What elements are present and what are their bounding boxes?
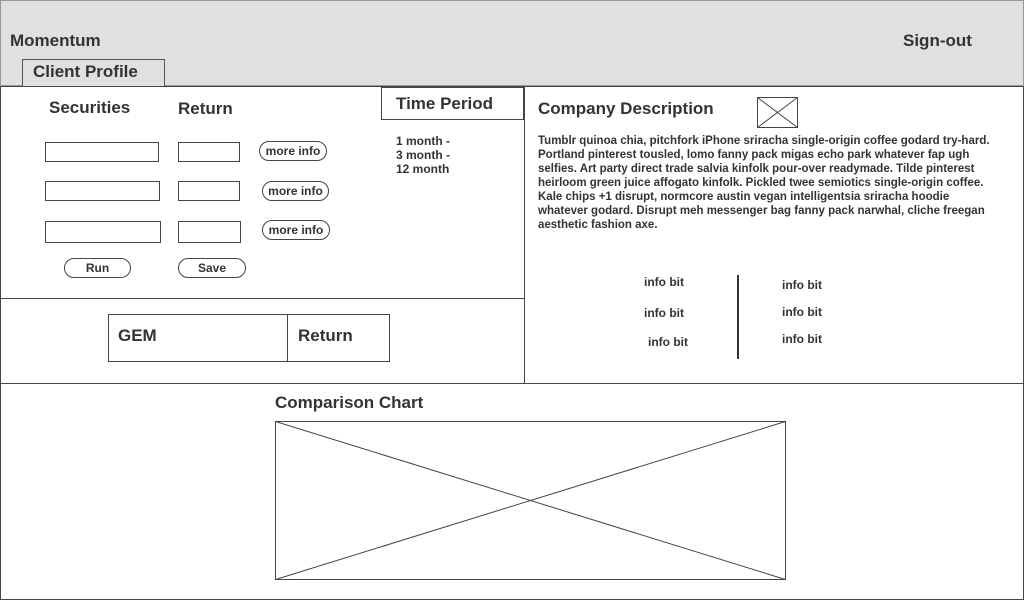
sign-out-link[interactable]: Sign-out [903, 31, 972, 51]
info-bit-right-3: info bit [782, 332, 822, 346]
run-button[interactable]: Run [64, 258, 131, 278]
securities-header: Securities [49, 98, 131, 117]
return-header: Return [178, 99, 233, 118]
gem-column-header: GEM [109, 315, 288, 361]
time-period-option-1-month[interactable]: 1 month - [396, 134, 450, 148]
company-description-panel [524, 86, 1024, 384]
info-bit-right-2: info bit [782, 305, 822, 319]
more-info-button-1[interactable]: more info [259, 141, 327, 161]
time-period-option-12-month[interactable]: 12 month [396, 162, 449, 176]
info-bit-left-2: info bit [644, 306, 684, 320]
return-input-1[interactable] [178, 142, 240, 162]
security-input-1[interactable] [45, 142, 159, 162]
app-title: Momentum [10, 31, 101, 50]
comparison-chart-placeholder-icon [275, 421, 786, 580]
time-period-header: Time Period [381, 87, 524, 120]
return-input-3[interactable] [178, 221, 241, 243]
info-divider [737, 275, 739, 359]
gem-return-column-header: Return [298, 326, 353, 345]
company-description-text: Tumblr quinoa chia, pitchfork iPhone sri… [538, 135, 990, 231]
company-description-title: Company Description [538, 99, 714, 118]
gem-table: GEM Return [108, 314, 390, 362]
company-image-placeholder-icon [757, 97, 798, 128]
time-period-option-3-month[interactable]: 3 month - [396, 148, 450, 162]
security-input-3[interactable] [45, 221, 161, 243]
tab-client-profile[interactable]: Client Profile [22, 59, 165, 86]
more-info-button-2[interactable]: more info [262, 181, 329, 201]
info-bit-left-3: info bit [648, 335, 688, 349]
comparison-chart-title: Comparison Chart [275, 393, 424, 412]
security-input-2[interactable] [45, 181, 160, 201]
save-button[interactable]: Save [178, 258, 246, 278]
info-bit-left-1: info bit [644, 275, 684, 289]
return-input-2[interactable] [178, 181, 240, 201]
info-bit-right-1: info bit [782, 278, 822, 292]
more-info-button-3[interactable]: more info [262, 220, 330, 240]
